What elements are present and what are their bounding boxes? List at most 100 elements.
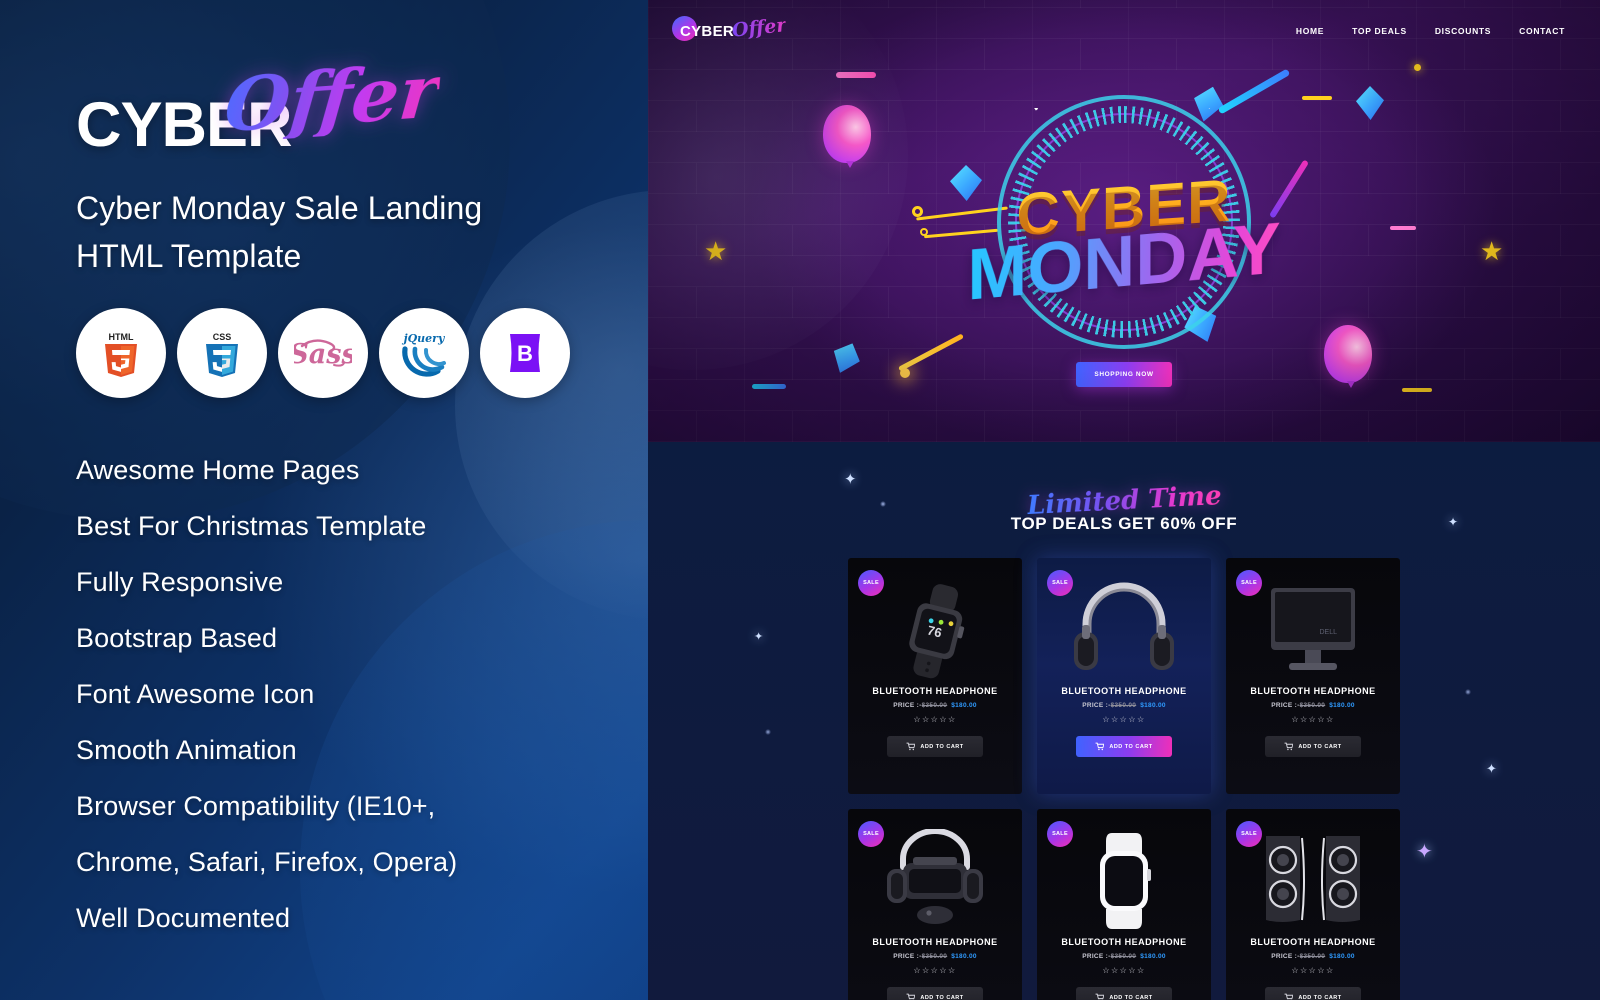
product-card[interactable]: SALE 76 BLUETOOTH HEADPHONE PRICE:-$350…: [848, 558, 1022, 794]
bootstrap-icon: B: [510, 334, 540, 372]
price-label: PRICE :-: [1082, 953, 1111, 960]
product-price: PRICE :-$350.00 $180.00: [1234, 953, 1392, 960]
rating-stars: ☆☆☆☆☆: [1291, 966, 1335, 975]
cart-icon: [1095, 993, 1105, 1000]
price-label: PRICE :-: [893, 702, 922, 709]
tech-badge-list: HTML CSS as jQuery B: [76, 308, 648, 398]
add-to-cart-button[interactable]: ADD TO CART: [887, 736, 983, 757]
product-name: BLUETOOTH HEADPHONE: [1250, 937, 1376, 947]
brand-logo-script: Offer: [221, 48, 443, 150]
rating-stars: ☆☆☆☆☆: [1102, 715, 1146, 724]
site-logo-script: Offer: [731, 14, 788, 42]
css3-icon: CSS: [206, 332, 238, 377]
site-logo[interactable]: CYBER Offer: [672, 14, 788, 42]
old-price: $350.00: [1110, 953, 1137, 960]
old-price: $350.00: [1299, 702, 1326, 709]
sale-badge: SALE: [858, 570, 884, 596]
old-price: $350.00: [921, 953, 948, 960]
product-info: BLUETOOTH HEADPHONE PRICE :-$350.00 $180.…: [1037, 686, 1211, 757]
rating-stars: ☆☆☆☆☆: [1102, 966, 1146, 975]
nav-link-contact[interactable]: CONTACT: [1519, 26, 1565, 36]
product-card[interactable]: SALE BLUETOOTH HEADPHONE PRICE:-$350.00…: [1226, 809, 1400, 1000]
computer-monitor-icon: DELL: [1271, 588, 1355, 670]
promo-subtitle: Cyber Monday Sale Landing HTML Template: [76, 184, 648, 280]
rating-stars: ☆☆☆☆☆: [913, 715, 957, 724]
feature-item: Browser Compatibility (IE10+,: [76, 790, 436, 821]
cart-icon: [906, 742, 916, 751]
product-info: BLUETOOTH HEADPHONE PRICE :-$350.00 $180.…: [848, 686, 1022, 757]
product-card[interactable]: SALE BLUETOOTH HEADPHONE PRICE:-$350.00…: [1037, 809, 1211, 1000]
new-price: $180.00: [1140, 953, 1166, 960]
smartwatch-black-icon: 76: [909, 584, 965, 679]
over-ear-headphones-icon: [1074, 582, 1174, 670]
feature-item: Best For Christmas Template: [76, 510, 427, 541]
svg-text:HTML: HTML: [109, 332, 134, 342]
rating-stars: ☆☆☆☆☆: [1291, 715, 1335, 724]
add-to-cart-label: ADD TO CART: [1298, 994, 1342, 1000]
product-price: PRICE :-$350.00 $180.00: [856, 702, 1014, 709]
product-name: BLUETOOTH HEADPHONE: [1061, 937, 1187, 947]
new-price: $180.00: [1329, 702, 1355, 709]
product-card[interactable]: SALE BLUETOOTH HEADPHONE PRICE:-$350.00…: [848, 809, 1022, 1000]
product-price: PRICE :-$350.00 $180.00: [1045, 702, 1203, 709]
add-to-cart-button[interactable]: ADD TO CART: [1076, 736, 1172, 757]
feature-item: Fully Responsive: [76, 566, 284, 597]
product-grid: SALE 76 BLUETOOTH HEADPHONE PRICE:-$350…: [648, 558, 1600, 1000]
new-price: $180.00: [951, 702, 977, 709]
new-price: $180.00: [1140, 702, 1166, 709]
sale-badge: SALE: [858, 821, 884, 847]
sale-badge: SALE: [1236, 821, 1262, 847]
promo-subtitle-line2: HTML Template: [76, 238, 302, 274]
price-label: PRICE :-: [1271, 953, 1300, 960]
hero-section: ★ ★ CYBER: [648, 0, 1600, 442]
new-price: $180.00: [951, 953, 977, 960]
product-card[interactable]: SALE DELL BLUETOOTH HEADPHONE PRICE:-$3…: [1226, 558, 1400, 794]
svg-text:jQuery: jQuery: [402, 332, 446, 345]
css3-badge: CSS: [177, 308, 267, 398]
product-name: BLUETOOTH HEADPHONE: [1250, 686, 1376, 696]
sale-badge: SALE: [1047, 570, 1073, 596]
feature-list: Awesome Home Pages Best For Christmas Te…: [76, 442, 648, 946]
add-to-cart-button[interactable]: ADD TO CART: [1076, 987, 1172, 1000]
hero-vignette: [648, 0, 1600, 442]
feature-item: Well Documented: [76, 902, 291, 933]
deals-heading: TOP DEALS GET 60% OFF: [1010, 514, 1238, 533]
add-to-cart-button[interactable]: ADD TO CART: [887, 987, 983, 1000]
html5-icon: HTML: [105, 332, 137, 377]
sale-badge: SALE: [1047, 821, 1073, 847]
vr-headset-icon: [887, 829, 983, 924]
product-info: BLUETOOTH HEADPHONE PRICE :-$350.00 $180.…: [848, 937, 1022, 1000]
feature-item: Font Awesome Icon: [76, 678, 315, 709]
cart-icon: [906, 993, 916, 1000]
add-to-cart-button[interactable]: ADD TO CART: [1265, 987, 1361, 1000]
nav-link-discounts[interactable]: DISCOUNTS: [1435, 26, 1491, 36]
product-price: PRICE :-$350.00 $180.00: [1045, 953, 1203, 960]
price-label: PRICE :-: [1271, 702, 1300, 709]
price-label: PRICE :-: [893, 953, 922, 960]
rating-stars: ☆☆☆☆☆: [913, 966, 957, 975]
product-price: PRICE :-$350.00 $180.00: [856, 953, 1014, 960]
template-preview: ★ ★ CYBER: [648, 0, 1600, 1000]
product-price: PRICE :-$350.00 $180.00: [1234, 702, 1392, 709]
screenshot-stage: CYBER Offer Cyber Monday Sale Landing HT…: [0, 0, 1600, 1000]
add-to-cart-button[interactable]: ADD TO CART: [1265, 736, 1361, 757]
promo-panel: CYBER Offer Cyber Monday Sale Landing HT…: [0, 0, 648, 1000]
product-info: BLUETOOTH HEADPHONE PRICE :-$350.00 $180.…: [1226, 686, 1400, 757]
cart-icon: [1095, 742, 1105, 751]
price-label: PRICE :-: [1082, 702, 1111, 709]
nav-link-top-deals[interactable]: TOP DEALS: [1352, 26, 1407, 36]
smartwatch-white-icon: [1100, 833, 1151, 929]
sparkle-icon: ✦: [844, 471, 857, 488]
add-to-cart-label: ADD TO CART: [1298, 743, 1342, 750]
jquery-badge: jQuery: [379, 308, 469, 398]
cart-icon: [1284, 993, 1294, 1000]
top-deals-section: ✦ ✦ ✦ ✦ ✦ Limited Time TOP DEALS GET 60%…: [648, 442, 1600, 1000]
add-to-cart-label: ADD TO CART: [1109, 743, 1153, 750]
product-card[interactable]: SALE BLUETOOTH HEADPHONE PRICE:-$350.00…: [1037, 558, 1211, 794]
sass-badge: Sass: [278, 308, 368, 398]
add-to-cart-label: ADD TO CART: [1109, 994, 1153, 1000]
new-price: $180.00: [1329, 953, 1355, 960]
feature-item: Chrome, Safari, Firefox, Opera): [76, 846, 458, 877]
svg-text:B: B: [517, 341, 533, 366]
nav-link-home[interactable]: HOME: [1296, 26, 1324, 36]
